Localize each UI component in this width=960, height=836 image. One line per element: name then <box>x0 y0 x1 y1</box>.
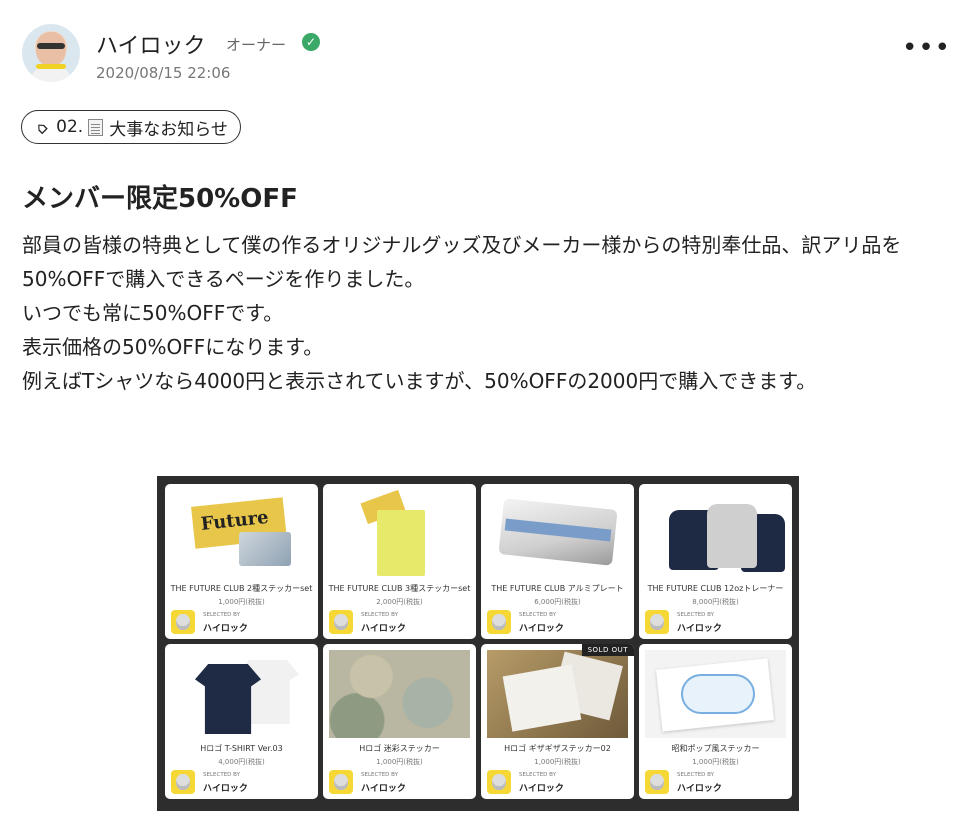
post-timestamp: 2020/08/15 22:06 <box>96 64 231 82</box>
verified-check-icon: ✓ <box>302 33 320 51</box>
selector-avatar <box>171 770 195 794</box>
product-card[interactable]: Future THE FUTURE CLUB 2種ステッカーset 1,000円… <box>165 484 318 639</box>
selector-avatar <box>487 610 511 634</box>
product-name: Hロゴ ギザギザステッカー02 <box>504 744 611 753</box>
product-card[interactable]: Hロゴ T-SHIRT Ver.03 4,000円(税抜) SELECTED B… <box>165 644 318 799</box>
selected-by-label: SELECTED BY <box>519 612 556 618</box>
product-thumbnail <box>171 650 312 738</box>
product-price: 1,000円(税抜) <box>692 758 739 766</box>
product-price: 6,000円(税抜) <box>534 598 581 606</box>
selector-avatar <box>645 770 669 794</box>
post-title: メンバー限定50%OFF <box>22 184 298 214</box>
product-card[interactable]: Hロゴ 迷彩ステッカー 1,000円(税抜) SELECTED BY ハイロック <box>323 644 476 799</box>
tag-number: 02. <box>56 117 84 137</box>
selected-by-label: SELECTED BY <box>361 772 398 778</box>
product-thumbnail <box>487 490 628 578</box>
author-role-label: オーナー <box>226 36 287 54</box>
selected-by-name: ハイロック <box>203 624 248 634</box>
selected-by-name: ハイロック <box>361 784 406 794</box>
sold-out-badge: SOLD OUT <box>581 644 634 656</box>
selected-by-label: SELECTED BY <box>677 612 714 618</box>
selected-by-label: SELECTED BY <box>519 772 556 778</box>
product-name: Hロゴ 迷彩ステッカー <box>359 744 440 753</box>
product-price: 1,000円(税抜) <box>534 758 581 766</box>
product-thumbnail: Future <box>171 490 312 578</box>
product-name: THE FUTURE CLUB アルミプレート <box>491 584 624 593</box>
selected-by-name: ハイロック <box>519 784 564 794</box>
post-paragraph: 表示価格の50%OFFになります。 <box>22 335 324 359</box>
product-card[interactable]: 昭和ポップ風ステッカー 1,000円(税抜) SELECTED BY ハイロック <box>639 644 792 799</box>
product-thumbnail <box>329 490 470 578</box>
post-paragraph: いつでも常に50%OFFです。 <box>22 301 284 325</box>
selected-by-name: ハイロック <box>677 624 722 634</box>
tag-icon: ⌂ <box>30 116 52 138</box>
product-card[interactable]: THE FUTURE CLUB 3種ステッカーset 2,000円(税抜) SE… <box>323 484 476 639</box>
selector-avatar <box>645 610 669 634</box>
post-paragraph: 部員の皆様の特典として僕の作るオリジナルグッズ及びメーカー様からの特別奉仕品、訳… <box>22 233 902 291</box>
product-thumbnail <box>645 650 786 738</box>
author-avatar[interactable] <box>22 24 80 82</box>
selected-by-label: SELECTED BY <box>203 612 240 618</box>
category-tag[interactable]: ⌂ 02. 大事なお知らせ <box>21 110 241 144</box>
product-price: 2,000円(税抜) <box>376 598 423 606</box>
memo-icon <box>88 118 104 136</box>
selected-by-label: SELECTED BY <box>677 772 714 778</box>
product-name: Hロゴ T-SHIRT Ver.03 <box>200 744 283 753</box>
product-price: 1,000円(税抜) <box>376 758 423 766</box>
selected-by-label: SELECTED BY <box>203 772 240 778</box>
product-card[interactable]: THE FUTURE CLUB 12ozトレーナー 8,000円(税抜) SEL… <box>639 484 792 639</box>
product-price: 4,000円(税抜) <box>218 758 265 766</box>
product-name: THE FUTURE CLUB 2種ステッカーset <box>170 584 313 593</box>
product-name: 昭和ポップ風ステッカー <box>671 744 760 753</box>
selected-by-name: ハイロック <box>361 624 406 634</box>
selected-by-name: ハイロック <box>203 784 248 794</box>
selector-avatar <box>487 770 511 794</box>
product-thumbnail <box>329 650 470 738</box>
selector-avatar <box>171 610 195 634</box>
post-body: 部員の皆様の特典として僕の作るオリジナルグッズ及びメーカー様からの特別奉仕品、訳… <box>22 228 938 398</box>
selected-by-name: ハイロック <box>519 624 564 634</box>
product-catalog-image[interactable]: Future THE FUTURE CLUB 2種ステッカーset 1,000円… <box>157 476 799 811</box>
product-thumbnail <box>487 650 628 738</box>
product-card[interactable]: SOLD OUT Hロゴ ギザギザステッカー02 1,000円(税抜) SELE… <box>481 644 634 799</box>
product-price: 8,000円(税抜) <box>692 598 739 606</box>
post-paragraph: 例えばTシャツなら4000円と表示されていますが、50%OFFの2000円で購入… <box>22 369 817 393</box>
selector-avatar <box>329 770 353 794</box>
selector-avatar <box>329 610 353 634</box>
product-price: 1,000円(税抜) <box>218 598 265 606</box>
selected-by-name: ハイロック <box>677 784 722 794</box>
selected-by-label: SELECTED BY <box>361 612 398 618</box>
product-card[interactable]: THE FUTURE CLUB アルミプレート 6,000円(税抜) SELEC… <box>481 484 634 639</box>
product-thumbnail <box>645 490 786 578</box>
tag-label: 大事なお知らせ <box>109 119 228 140</box>
post-header: ハイロック オーナー ✓ 2020/08/15 22:06 ••• <box>22 22 950 86</box>
author-name[interactable]: ハイロック <box>96 28 206 60</box>
more-options-icon[interactable]: ••• <box>902 35 950 61</box>
product-name: THE FUTURE CLUB 3種ステッカーset <box>328 584 471 593</box>
product-name: THE FUTURE CLUB 12ozトレーナー <box>647 584 784 593</box>
